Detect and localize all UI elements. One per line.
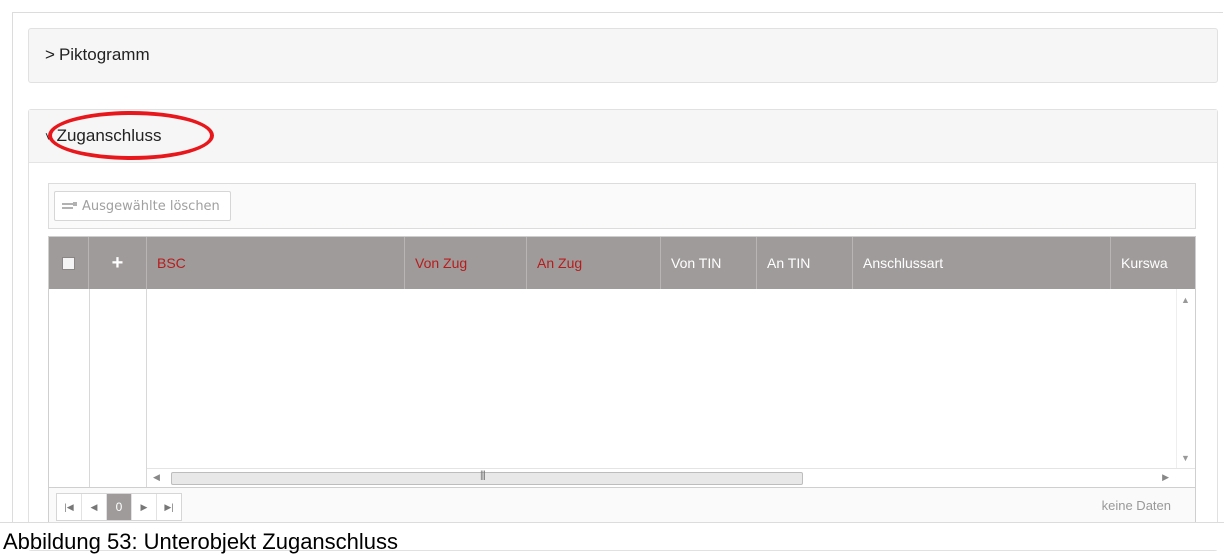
- scroll-up-icon[interactable]: ▲: [1181, 295, 1190, 305]
- column-divider: [146, 289, 147, 487]
- vertical-scrollbar[interactable]: ▲ ▼: [1176, 289, 1195, 469]
- column-header-an-tin[interactable]: An TIN: [757, 237, 853, 289]
- column-header-an-zug[interactable]: An Zug: [527, 237, 661, 289]
- grid-body: ▲ ▼ ◀ ||| ▶: [49, 289, 1195, 487]
- panel-piktogramm[interactable]: > Piktogramm: [28, 28, 1218, 83]
- figure-caption: Abbildung 53: Unterobjekt Zuganschluss: [3, 529, 399, 554]
- column-header-bsc[interactable]: BSC: [147, 237, 405, 289]
- panel-zuganschluss-label: Zuganschluss: [56, 126, 162, 145]
- delete-rows-icon: [62, 202, 77, 209]
- scroll-right-icon[interactable]: ▶: [1162, 472, 1169, 483]
- add-row-button[interactable]: +: [89, 237, 147, 289]
- panel-zuganschluss-header[interactable]: ˅ Zuganschluss: [29, 110, 1217, 163]
- figure-caption-bar: Abbildung 53: Unterobjekt Zuganschluss: [0, 522, 1224, 554]
- select-all-header[interactable]: [49, 237, 89, 289]
- grid-pager: |◀ ◀ 0 ▶ ▶| keine Daten: [48, 488, 1196, 524]
- scroll-down-icon[interactable]: ▼: [1181, 453, 1190, 463]
- horizontal-scroll-thumb[interactable]: |||: [171, 470, 803, 485]
- next-page-icon[interactable]: ▶: [132, 494, 157, 520]
- scroll-left-icon[interactable]: ◀: [153, 472, 160, 483]
- last-page-icon[interactable]: ▶|: [157, 494, 181, 520]
- grid-toolbar: Ausgewählte löschen: [48, 183, 1196, 229]
- panel-piktogramm-label: Piktogramm: [58, 45, 150, 64]
- horizontal-scrollbar[interactable]: ◀ ||| ▶: [147, 468, 1195, 487]
- prev-page-icon[interactable]: ◀: [82, 494, 107, 520]
- first-page-icon[interactable]: |◀: [57, 494, 82, 520]
- current-page[interactable]: 0: [107, 494, 132, 520]
- column-header-kurswagen[interactable]: Kurswa: [1111, 237, 1179, 289]
- delete-selected-label: Ausgewählte löschen: [82, 198, 220, 214]
- grid-header: + BSC Von Zug An Zug Von TIN An TIN Ansc…: [49, 237, 1195, 289]
- column-header-von-zug[interactable]: Von Zug: [405, 237, 527, 289]
- panel-piktogramm-title[interactable]: > Piktogramm: [45, 45, 150, 65]
- chevron-right-icon: >: [45, 45, 55, 64]
- column-header-anschlussart[interactable]: Anschlussart: [853, 237, 1111, 289]
- panel-zuganschluss-title[interactable]: ˅ Zuganschluss: [45, 126, 161, 146]
- column-divider: [89, 289, 90, 487]
- pager-controls: |◀ ◀ 0 ▶ ▶|: [56, 493, 182, 521]
- delete-selected-button[interactable]: Ausgewählte löschen: [54, 191, 231, 221]
- pager-info: keine Daten: [1101, 498, 1171, 513]
- column-header-von-tin[interactable]: Von TIN: [661, 237, 757, 289]
- select-all-checkbox[interactable]: [62, 257, 75, 270]
- chevron-down-icon: ˅: [45, 129, 53, 144]
- scroll-grip-icon: |||: [480, 470, 486, 481]
- data-grid: + BSC Von Zug An Zug Von TIN An TIN Ansc…: [48, 236, 1196, 488]
